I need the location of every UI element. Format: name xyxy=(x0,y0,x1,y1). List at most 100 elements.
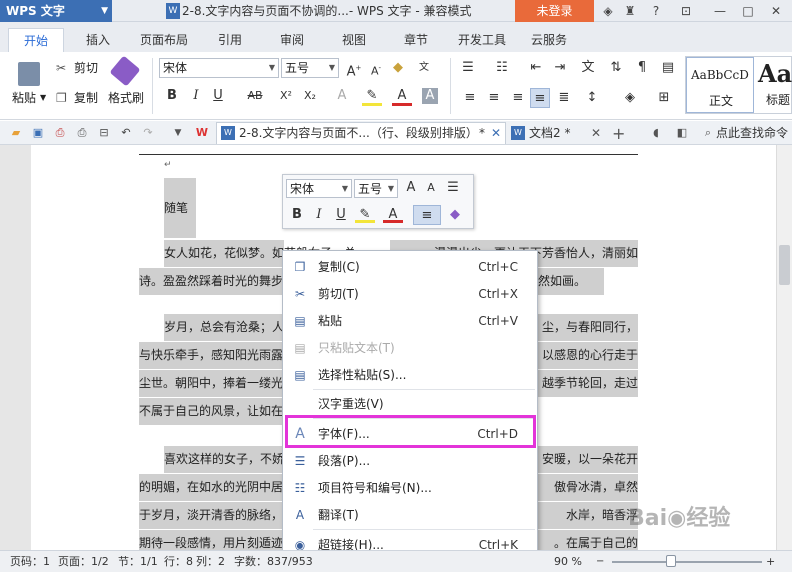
mini-size-select[interactable]: 五号 ▼ xyxy=(354,179,398,198)
shrink-font-icon[interactable]: A- xyxy=(366,58,386,78)
chevron-down-icon[interactable]: ▼ xyxy=(170,125,186,141)
highlight-icon[interactable]: ✎ xyxy=(355,205,375,223)
undo-icon[interactable]: ↶ xyxy=(118,125,134,141)
tab-insert[interactable]: 插入 xyxy=(76,28,120,52)
skin-icon[interactable]: ◈ xyxy=(600,3,616,19)
bold-icon[interactable]: B xyxy=(162,86,182,106)
menu-item-paste-text[interactable]: ▤ 只粘贴文本(T) xyxy=(284,335,536,361)
zoom-slider[interactable] xyxy=(612,561,762,563)
menu-item-paste[interactable]: ▤ 粘贴 Ctrl+V xyxy=(284,308,536,334)
grow-font-icon[interactable]: A+ xyxy=(344,58,364,79)
shrink-font-icon[interactable]: A xyxy=(421,178,441,198)
justify-icon[interactable]: ≡ xyxy=(530,88,550,108)
nav-icon[interactable]: ◖ xyxy=(648,125,664,141)
mini-font-select[interactable]: 宋体 ▼ xyxy=(286,179,352,198)
borders-icon[interactable]: ⊞ xyxy=(654,88,674,108)
format-painter-icon[interactable]: ◆ xyxy=(445,205,465,225)
italic-icon[interactable]: I xyxy=(309,205,329,225)
tab-page-layout[interactable]: 页面布局 xyxy=(132,28,196,52)
paste-button[interactable]: 粘贴 xyxy=(12,90,36,106)
scrollbar-thumb[interactable] xyxy=(779,245,790,285)
help-icon[interactable]: ? xyxy=(648,3,664,19)
font-size-select[interactable]: 五号 ▼ xyxy=(281,58,339,78)
superscript-icon[interactable]: X² xyxy=(276,86,296,106)
zoom-slider-thumb[interactable] xyxy=(666,555,676,567)
style-gallery[interactable]: AaBbCcD 正文 Aa 标题 xyxy=(685,56,792,114)
print-preview-icon[interactable]: ⊟ xyxy=(96,125,112,141)
distribute-icon[interactable]: ≣ xyxy=(554,88,574,108)
align-left-icon[interactable]: ≡ xyxy=(460,88,480,108)
tab-review[interactable]: 审阅 xyxy=(270,28,314,52)
close-tab-icon[interactable]: ✕ xyxy=(491,123,501,143)
chevron-down-icon[interactable]: ▼ xyxy=(40,90,46,106)
line-spacing-icon[interactable]: ☰ xyxy=(443,178,463,198)
save-icon[interactable]: ▣ xyxy=(30,125,46,141)
zoom-out-icon[interactable]: − xyxy=(596,551,604,572)
align-right-icon[interactable]: ≡ xyxy=(508,88,528,108)
chinese-layout-icon[interactable]: 文 xyxy=(578,58,598,78)
italic-icon[interactable]: I xyxy=(186,86,206,106)
sort-icon[interactable]: ⇅ xyxy=(606,58,626,78)
grow-font-icon[interactable]: A xyxy=(401,178,421,198)
layout-icon[interactable]: ▤ xyxy=(658,58,678,78)
font-color-icon[interactable]: A xyxy=(383,205,403,223)
bold-icon[interactable]: B xyxy=(287,205,307,225)
font-name-select[interactable]: 宋体 ▼ xyxy=(159,58,279,78)
wps-menu-button[interactable]: WPS 文字 ▼ xyxy=(0,0,112,22)
menu-item-paste-special[interactable]: ▤ 选择性粘贴(S)... xyxy=(284,362,536,388)
command-search[interactable]: 点此查找命令 xyxy=(716,125,788,141)
font-color-icon[interactable]: A xyxy=(392,86,412,106)
numbering-icon[interactable]: ☷ xyxy=(492,58,512,78)
highlight-icon[interactable]: ✎ xyxy=(362,86,382,106)
shading-icon[interactable]: ◈ xyxy=(620,88,640,108)
menu-item-reconvert[interactable]: 汉字重选(V) xyxy=(284,391,536,417)
decrease-indent-icon[interactable]: ⇤ xyxy=(526,58,546,78)
tab-view[interactable]: 视图 xyxy=(332,28,376,52)
phonetic-icon[interactable]: 文 xyxy=(414,58,434,78)
copy-button[interactable]: 复制 xyxy=(74,90,98,106)
align-center-icon[interactable]: ≡ xyxy=(484,88,504,108)
export-pdf-icon[interactable]: ⎙ xyxy=(52,125,68,141)
paste-icon[interactable] xyxy=(18,62,40,86)
document-tab[interactable]: W 文档2 * ✕ xyxy=(507,124,607,144)
menu-item-cut[interactable]: ✂ 剪切(T) Ctrl+X xyxy=(284,281,536,307)
menu-item-copy[interactable]: ❐ 复制(C) Ctrl+C xyxy=(284,254,536,280)
zoom-in-icon[interactable]: + xyxy=(766,551,775,572)
tab-section[interactable]: 章节 xyxy=(394,28,438,52)
bullets-icon[interactable]: ☰ xyxy=(458,58,478,78)
tab-cloud[interactable]: 云服务 xyxy=(522,28,576,52)
restore-ribbon-icon[interactable]: ⊡ xyxy=(678,3,694,19)
vertical-scrollbar[interactable] xyxy=(776,145,792,550)
line-spacing-icon[interactable]: ↕ xyxy=(582,88,602,108)
menu-item-translate[interactable]: A 翻译(T) xyxy=(284,502,536,528)
cut-button[interactable]: 剪切 xyxy=(74,60,98,76)
tab-home[interactable]: 开始 xyxy=(8,28,64,53)
close-icon[interactable]: ✕ xyxy=(768,3,784,19)
menu-item-bullets[interactable]: ☷ 项目符号和编号(N)... xyxy=(284,475,536,501)
subscript-icon[interactable]: X₂ xyxy=(300,86,320,106)
strikethrough-icon[interactable]: AB xyxy=(242,86,268,106)
underline-icon[interactable]: U xyxy=(208,86,228,106)
search-icon[interactable]: ⌕ xyxy=(700,125,716,141)
increase-indent-icon[interactable]: ⇥ xyxy=(550,58,570,78)
format-painter-button[interactable]: 格式刷 xyxy=(108,90,144,106)
maximize-icon[interactable]: □ xyxy=(740,3,756,19)
zoom-level[interactable]: 90 % xyxy=(554,551,582,572)
shirt-icon[interactable]: ♜ xyxy=(622,3,638,19)
document-tab-active[interactable]: W 2-8.文字内容与页面不...（行、段级别排版） * ✕ xyxy=(216,122,506,144)
tab-references[interactable]: 引用 xyxy=(208,28,252,52)
menu-item-paragraph[interactable]: ☰ 段落(P)... xyxy=(284,448,536,474)
close-tab-icon[interactable]: ✕ xyxy=(591,124,601,142)
open-folder-icon[interactable]: ▰ xyxy=(8,125,24,141)
new-tab-icon[interactable]: + xyxy=(612,124,625,143)
tab-developer[interactable]: 开发工具 xyxy=(450,28,514,52)
text-effect-icon[interactable]: A xyxy=(332,86,352,106)
clear-format-icon[interactable]: ◆ xyxy=(388,58,408,78)
sidebar-icon[interactable]: ◧ xyxy=(674,125,690,141)
underline-icon[interactable]: U xyxy=(331,205,351,225)
login-button[interactable]: 未登录 xyxy=(515,0,594,22)
redo-icon[interactable]: ↷ xyxy=(140,125,156,141)
show-marks-icon[interactable]: ¶ xyxy=(632,58,652,78)
minimize-icon[interactable]: — xyxy=(712,3,728,19)
align-icon[interactable]: ≡ xyxy=(413,205,441,225)
